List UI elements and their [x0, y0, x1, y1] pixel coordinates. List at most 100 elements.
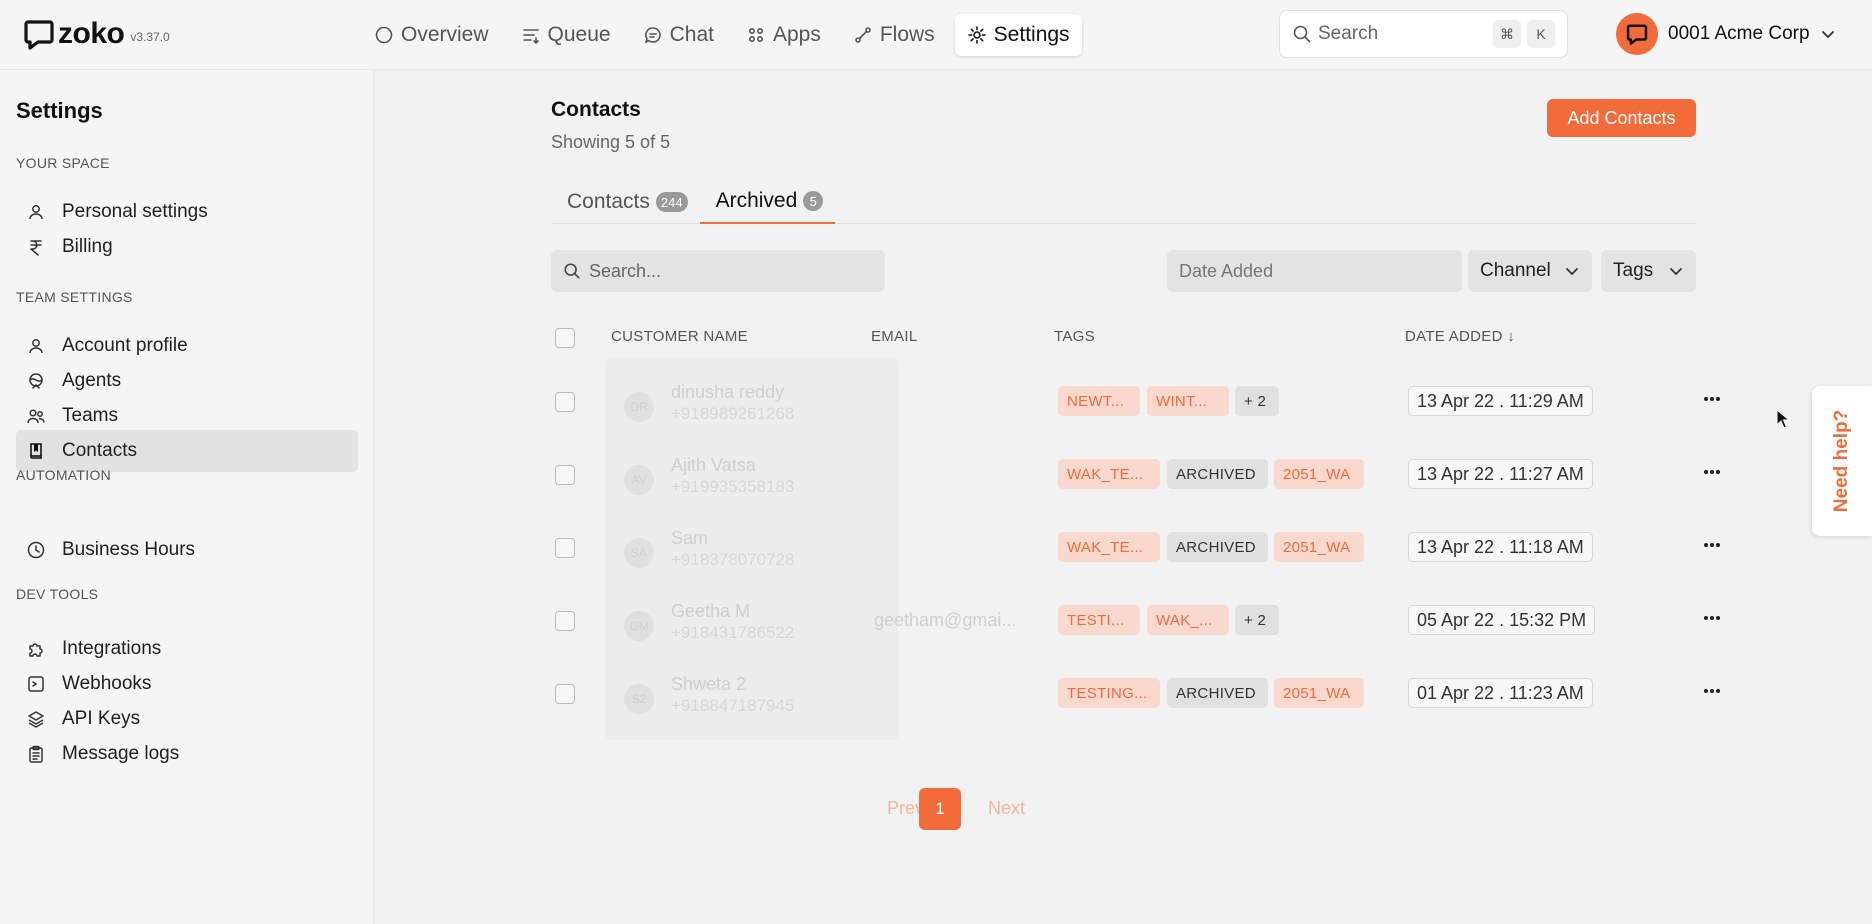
- date-added-value: 05 Apr 22 . 15:32 PM: [1408, 605, 1596, 635]
- row-actions-button[interactable]: [1700, 535, 1724, 555]
- org-switcher[interactable]: 0001 Acme Corp: [1616, 13, 1836, 55]
- col-tags[interactable]: TAGS: [1054, 328, 1095, 345]
- tab-archived[interactable]: Archived 5: [699, 180, 836, 224]
- tag-chip[interactable]: WAK_...: [1147, 605, 1229, 635]
- tags-dropdown-label: Tags: [1613, 260, 1654, 281]
- sidebar-item-label: API Keys: [62, 708, 141, 729]
- row-checkbox[interactable]: [555, 611, 575, 631]
- gear-icon: [967, 26, 986, 44]
- customer-name[interactable]: dinusha reddy: [671, 382, 784, 403]
- nav-apps[interactable]: Apps: [734, 14, 833, 56]
- tag-chip[interactable]: TESTI...: [1058, 605, 1140, 635]
- tag-chip[interactable]: 2051_WA: [1274, 532, 1364, 562]
- section-automation: AUTOMATION: [16, 467, 112, 483]
- section-team-settings: TEAM SETTINGS: [16, 289, 133, 305]
- date-added-value: 13 Apr 22 . 11:27 AM: [1408, 459, 1593, 489]
- contacts-search-placeholder: Search...: [589, 260, 662, 281]
- tab-contacts[interactable]: Contacts 244: [551, 180, 700, 224]
- apps-icon: [748, 27, 763, 43]
- avatar: GM: [624, 611, 654, 641]
- sidebar-item-business-hours[interactable]: Business Hours: [16, 529, 358, 571]
- col-email[interactable]: EMAIL: [871, 328, 918, 345]
- customer-name[interactable]: Shweta 2: [671, 674, 746, 695]
- tab-label: Contacts: [567, 190, 650, 213]
- nav-flows[interactable]: Flows: [841, 14, 947, 56]
- more-dots-icon: [1704, 689, 1720, 693]
- tags-dropdown[interactable]: Tags: [1601, 250, 1696, 292]
- tag-chip[interactable]: TESTING...: [1058, 678, 1160, 708]
- tag-chip[interactable]: ARCHIVED: [1167, 532, 1268, 562]
- org-name: 0001 Acme Corp: [1668, 23, 1810, 44]
- tab-count-badge: 244: [655, 192, 688, 212]
- puzzle-icon: [29, 643, 43, 657]
- sidebar-item-contacts[interactable]: Contacts: [16, 430, 358, 472]
- tag-chip[interactable]: ARCHIVED: [1167, 459, 1268, 489]
- add-contacts-button[interactable]: Add Contacts: [1547, 99, 1696, 137]
- tag-chip[interactable]: 2051_WA: [1274, 678, 1364, 708]
- contacts-search-input[interactable]: Search...: [551, 250, 885, 292]
- terminal-icon: [28, 676, 44, 692]
- col-date-added[interactable]: DATE ADDED ↓: [1405, 328, 1515, 345]
- page-title: Contacts: [551, 98, 641, 121]
- tag-chip[interactable]: ARCHIVED: [1167, 678, 1268, 708]
- row-actions-button[interactable]: [1700, 608, 1724, 628]
- row-actions-button[interactable]: [1700, 462, 1724, 482]
- mouse-cursor-icon: [1776, 409, 1790, 429]
- sidebar-item-billing[interactable]: Billing: [16, 226, 358, 268]
- sidebar-item-message-logs[interactable]: Message logs: [16, 733, 358, 775]
- tag-chip[interactable]: WINT...: [1147, 386, 1229, 416]
- more-dots-icon: [1704, 543, 1720, 547]
- user-icon: [29, 205, 43, 220]
- need-help-tab[interactable]: Need help?: [1812, 386, 1872, 536]
- customer-name[interactable]: Geetha M: [671, 601, 750, 622]
- nav-apps-label: Apps: [772, 23, 821, 46]
- select-all-checkbox[interactable]: [555, 328, 575, 348]
- book-icon: [30, 443, 42, 459]
- pagination-next[interactable]: Next: [988, 798, 1025, 819]
- nav-overview[interactable]: Overview: [362, 14, 501, 56]
- search-icon: [564, 263, 580, 279]
- shortcut-k-key: K: [1527, 20, 1555, 48]
- chat-icon: [644, 27, 661, 44]
- global-search-placeholder: Search: [1318, 23, 1379, 44]
- section-dev-tools: DEV TOOLS: [16, 586, 99, 602]
- tag-chip[interactable]: WAK_TE...: [1058, 532, 1160, 562]
- pagination-page-1[interactable]: 1: [919, 788, 961, 830]
- customer-name[interactable]: Sam: [671, 528, 708, 549]
- col-customer-name[interactable]: CUSTOMER NAME: [611, 328, 748, 345]
- row-actions-button[interactable]: [1700, 681, 1724, 701]
- date-added-value: 13 Apr 22 . 11:18 AM: [1408, 532, 1593, 562]
- shortcut-mod-key: ⌘: [1493, 20, 1521, 48]
- avatar: AV: [624, 465, 654, 495]
- tag-chip[interactable]: WAK_TE...: [1058, 459, 1160, 489]
- customer-email: geetham@gmai...: [874, 610, 1017, 630]
- nav-settings[interactable]: Settings: [954, 14, 1082, 56]
- sidebar-item-label: Message logs: [62, 743, 180, 764]
- nav-chat-label: Chat: [669, 23, 714, 46]
- sidebar-item-label: Agents: [62, 370, 122, 391]
- org-avatar: [1616, 13, 1658, 55]
- logo[interactable]: zoko v3.37.0: [24, 17, 170, 51]
- more-tags-chip[interactable]: + 2: [1235, 386, 1279, 416]
- sidebar-item-label: Business Hours: [62, 539, 196, 560]
- row-checkbox[interactable]: [555, 684, 575, 704]
- tag-chip[interactable]: 2051_WA: [1274, 459, 1364, 489]
- date-added-filter[interactable]: Date Added: [1167, 250, 1462, 292]
- customer-name[interactable]: Ajith Vatsa: [671, 455, 756, 476]
- brand-name: zoko: [58, 17, 125, 50]
- sidebar-item-label: Account profile: [62, 335, 188, 356]
- need-help-label: Need help?: [1831, 409, 1852, 513]
- row-checkbox[interactable]: [555, 538, 575, 558]
- nav-queue[interactable]: Queue: [509, 14, 623, 56]
- global-search[interactable]: Search ⌘ K: [1279, 10, 1568, 58]
- avatar: DR: [624, 392, 654, 422]
- nav-chat[interactable]: Chat: [631, 14, 726, 56]
- tag-chip[interactable]: NEWT...: [1058, 386, 1140, 416]
- row-checkbox[interactable]: [555, 392, 575, 412]
- rupee-icon: [30, 240, 42, 256]
- more-tags-chip[interactable]: + 2: [1235, 605, 1279, 635]
- row-checkbox[interactable]: [555, 465, 575, 485]
- search-icon: [1293, 25, 1311, 43]
- channel-dropdown[interactable]: Channel: [1468, 250, 1592, 292]
- row-actions-button[interactable]: [1700, 389, 1724, 409]
